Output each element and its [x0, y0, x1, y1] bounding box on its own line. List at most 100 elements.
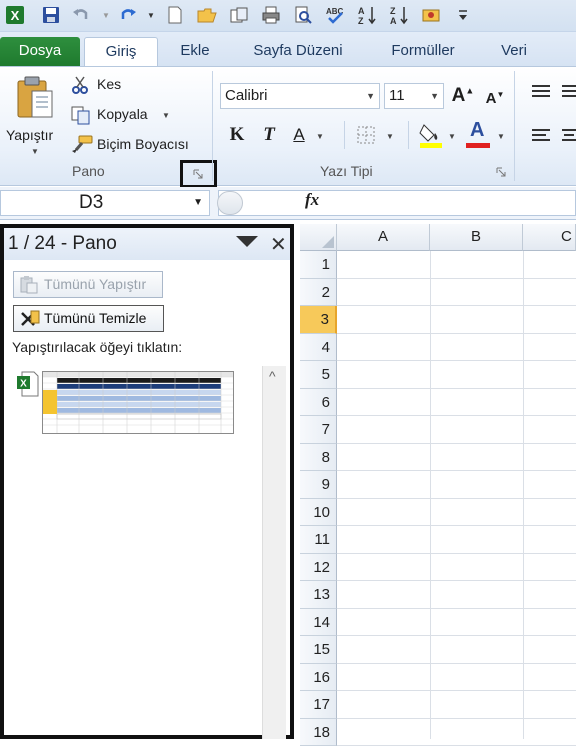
pane-scrollbar[interactable]: ^: [262, 366, 286, 739]
gridline: [337, 690, 576, 691]
dialog-launcher-icon[interactable]: [496, 167, 507, 178]
formula-input[interactable]: [218, 190, 576, 216]
font-name-value: Calibri: [225, 87, 268, 104]
row-header[interactable]: 1: [300, 251, 337, 279]
save-icon[interactable]: [40, 4, 62, 26]
row-header[interactable]: 10: [300, 499, 337, 527]
gridline: [337, 333, 576, 334]
font-size-value: 11: [389, 87, 405, 104]
font-size-combo[interactable]: 11 ▼: [384, 83, 444, 109]
clear-all-button[interactable]: Tümünü Temizle: [13, 305, 164, 332]
undo-dropdown-icon[interactable]: ▼: [95, 4, 117, 26]
gridline: [337, 580, 576, 581]
print-icon[interactable]: [260, 4, 282, 26]
undo-icon[interactable]: [70, 4, 92, 26]
worksheet-grid[interactable]: A B C 123456789101112131415161718: [300, 224, 576, 739]
font-color-button[interactable]: A: [466, 119, 492, 149]
clipboard-item[interactable]: X: [16, 368, 234, 436]
new-icon[interactable]: [164, 4, 186, 26]
row-header[interactable]: 7: [300, 416, 337, 444]
formula-bar: D3 ▼: [0, 187, 576, 220]
tab-insert[interactable]: Ekle: [172, 37, 218, 66]
row-header[interactable]: 9: [300, 471, 337, 499]
bold-button[interactable]: K: [224, 122, 250, 148]
paste-all-label: Tümünü Yapıştır: [44, 276, 146, 292]
clipboard-task-pane: 1 / 24 - Pano ✕ Tümünü Yapıştır Tümünü T…: [0, 224, 294, 739]
tab-data[interactable]: Veri: [494, 37, 534, 66]
gridline: [337, 278, 576, 279]
insert-function-icon[interactable]: fx: [305, 190, 319, 210]
row-header[interactable]: 11: [300, 526, 337, 554]
print-preview-icon[interactable]: [292, 4, 314, 26]
gridline: [430, 251, 431, 739]
paste-dropdown-icon[interactable]: ▼: [31, 147, 39, 156]
row-header[interactable]: 2: [300, 279, 337, 307]
customize-icon[interactable]: [452, 4, 474, 26]
copy-icon: [70, 105, 92, 125]
row-header[interactable]: 18: [300, 719, 337, 746]
open-icon[interactable]: [196, 4, 218, 26]
spelling-icon[interactable]: ABC: [324, 4, 346, 26]
group-separator: [212, 71, 213, 181]
borders-icon[interactable]: [356, 125, 376, 145]
clipboard-group-label: Pano: [72, 163, 105, 179]
italic-button[interactable]: T: [256, 122, 282, 148]
copy-dropdown-icon[interactable]: ▼: [162, 111, 170, 120]
font-color-dropdown-icon[interactable]: ▼: [497, 132, 505, 141]
align-left-icon[interactable]: [530, 127, 552, 143]
tab-home[interactable]: Giriş: [84, 37, 158, 66]
row-header[interactable]: 16: [300, 664, 337, 692]
format-painter-button[interactable]: Biçim Boyacısı: [97, 136, 189, 152]
row-header[interactable]: 17: [300, 691, 337, 719]
formula-bar-handle[interactable]: [217, 191, 243, 215]
cut-button[interactable]: Kes: [97, 76, 121, 92]
close-icon[interactable]: ✕: [270, 232, 287, 257]
font-name-combo[interactable]: Calibri ▼: [220, 83, 380, 109]
shrink-font-button[interactable]: A▼: [482, 85, 508, 111]
row-header[interactable]: 14: [300, 609, 337, 637]
row-header[interactable]: 13: [300, 581, 337, 609]
row-header[interactable]: 3: [300, 306, 337, 334]
row-header[interactable]: 8: [300, 444, 337, 472]
svg-text:X: X: [20, 379, 27, 390]
row-header[interactable]: 5: [300, 361, 337, 389]
svg-text:A: A: [358, 6, 365, 16]
column-header[interactable]: C: [523, 224, 576, 251]
align-middle-icon[interactable]: [560, 83, 576, 99]
fill-color-icon[interactable]: [418, 121, 444, 149]
sort-asc-icon[interactable]: AZ: [356, 4, 378, 26]
chevron-down-icon[interactable]: ▼: [193, 191, 203, 215]
pane-options-dropdown-icon[interactable]: [236, 236, 258, 247]
grow-font-button[interactable]: A▲: [450, 83, 476, 109]
column-header[interactable]: B: [430, 224, 523, 251]
row-header[interactable]: 6: [300, 389, 337, 417]
tab-page-layout[interactable]: Sayfa Düzeni: [242, 37, 354, 66]
tab-formulas[interactable]: Formüller: [382, 37, 464, 66]
underline-dropdown-icon[interactable]: ▼: [316, 132, 324, 141]
select-all-corner[interactable]: [300, 224, 337, 251]
macro-icon[interactable]: [420, 4, 442, 26]
sort-desc-icon[interactable]: ZA: [388, 4, 410, 26]
tab-file[interactable]: Dosya: [0, 37, 80, 66]
row-header[interactable]: 4: [300, 334, 337, 362]
clear-all-icon: [19, 309, 41, 328]
column-header[interactable]: A: [337, 224, 430, 251]
underline-button[interactable]: A: [286, 122, 312, 148]
paste-all-button[interactable]: Tümünü Yapıştır: [13, 271, 163, 298]
row-header[interactable]: 15: [300, 636, 337, 664]
align-top-icon[interactable]: [530, 83, 552, 99]
copy-button[interactable]: Kopyala: [97, 106, 148, 122]
redo-dropdown-icon[interactable]: ▼: [140, 4, 162, 26]
send-icon[interactable]: [228, 4, 250, 26]
gridline: [337, 525, 576, 526]
row-header[interactable]: 12: [300, 554, 337, 582]
align-center-icon[interactable]: [560, 127, 576, 143]
fill-color-dropdown-icon[interactable]: ▼: [448, 132, 456, 141]
clipboard-pane-title: 1 / 24 - Pano: [8, 233, 117, 255]
scroll-up-icon[interactable]: ^: [269, 368, 276, 384]
excel-icon[interactable]: X: [4, 4, 26, 26]
redo-icon[interactable]: [117, 4, 139, 26]
name-box[interactable]: D3 ▼: [0, 190, 210, 216]
paste-button[interactable]: Yapıştır ▼: [4, 71, 66, 155]
borders-dropdown-icon[interactable]: ▼: [386, 132, 394, 141]
